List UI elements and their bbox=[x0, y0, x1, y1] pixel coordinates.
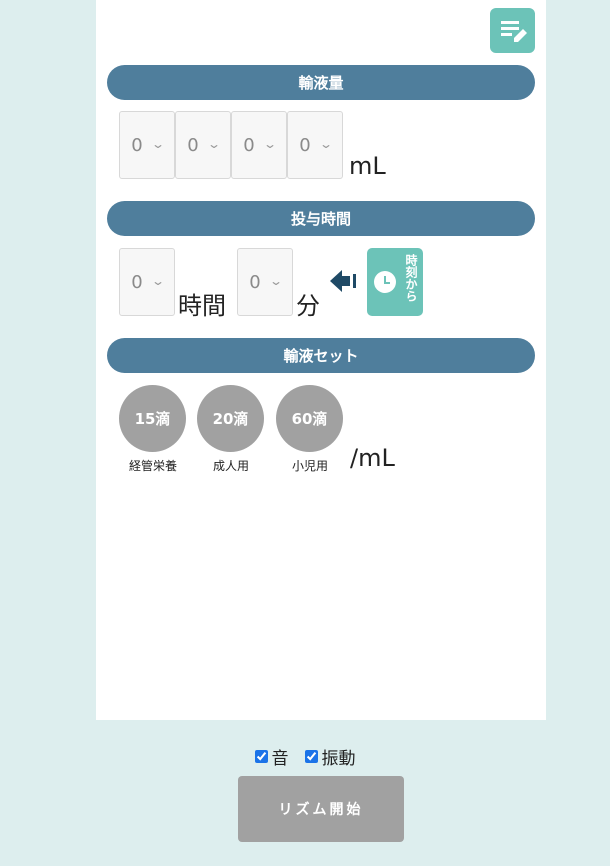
drop-rate-label: 小児用 bbox=[291, 459, 328, 473]
drop-rate-value: 60滴 bbox=[291, 410, 328, 428]
set-unit: /mL bbox=[350, 444, 395, 472]
drop-rate-15-button[interactable]: 15滴 bbox=[119, 385, 186, 452]
from-time-button[interactable]: 時刻から bbox=[367, 248, 423, 316]
volume-digit-select[interactable]: 0 ⌄ bbox=[175, 111, 231, 179]
start-rhythm-label: リズム開始 bbox=[278, 802, 364, 818]
vibration-checkbox[interactable] bbox=[304, 750, 318, 763]
drop-rate-label: 成人用 bbox=[212, 459, 249, 473]
drop-rate-value: 15滴 bbox=[134, 410, 171, 428]
hours-select[interactable]: 0 ⌄ bbox=[119, 248, 175, 316]
sound-checkbox[interactable] bbox=[254, 750, 268, 763]
chevron-down-icon: ⌄ bbox=[206, 137, 221, 151]
chevron-down-icon: ⌄ bbox=[262, 137, 277, 151]
select-value: 0 bbox=[299, 134, 311, 156]
minutes-unit: 分 bbox=[296, 292, 320, 320]
drop-rate-60-button[interactable]: 60滴 bbox=[276, 385, 343, 452]
select-value: 0 bbox=[249, 271, 261, 293]
minutes-select[interactable]: 0 ⌄ bbox=[237, 248, 293, 316]
vibration-label: 振動 bbox=[321, 749, 356, 769]
clock-icon bbox=[374, 271, 396, 293]
volume-digit-select[interactable]: 0 ⌄ bbox=[119, 111, 175, 179]
chevron-down-icon: ⌄ bbox=[318, 137, 333, 151]
arrow-left-icon bbox=[330, 270, 356, 292]
chevron-down-icon: ⌄ bbox=[150, 137, 165, 151]
volume-unit: mL bbox=[349, 152, 386, 180]
start-rhythm-button[interactable]: リズム開始 bbox=[238, 776, 404, 842]
select-value: 0 bbox=[131, 134, 143, 156]
section-volume-title: 輸液量 bbox=[298, 74, 344, 92]
select-value: 0 bbox=[243, 134, 255, 156]
section-set-header: 輸液セット bbox=[107, 338, 535, 373]
section-volume-header: 輸液量 bbox=[107, 65, 535, 100]
sound-label: 音 bbox=[271, 749, 289, 769]
drop-rate-label: 経管栄養 bbox=[128, 459, 177, 473]
select-value: 0 bbox=[187, 134, 199, 156]
select-value: 0 bbox=[131, 271, 143, 293]
from-time-label: 時刻から bbox=[404, 254, 418, 302]
feedback-options: 音 振動 bbox=[0, 744, 610, 769]
memo-button[interactable] bbox=[490, 8, 535, 53]
drop-rate-value: 20滴 bbox=[212, 410, 249, 428]
sound-option[interactable]: 音 bbox=[254, 744, 289, 769]
memo-edit-icon bbox=[500, 20, 527, 42]
volume-digit-select[interactable]: 0 ⌄ bbox=[287, 111, 343, 179]
chevron-down-icon: ⌄ bbox=[150, 274, 165, 288]
section-duration-title: 投与時間 bbox=[290, 210, 351, 228]
section-duration-header: 投与時間 bbox=[107, 201, 535, 236]
chevron-down-icon: ⌄ bbox=[268, 274, 283, 288]
volume-digit-select[interactable]: 0 ⌄ bbox=[231, 111, 287, 179]
vibration-option[interactable]: 振動 bbox=[304, 744, 356, 769]
drop-rate-20-button[interactable]: 20滴 bbox=[197, 385, 264, 452]
hours-unit: 時間 bbox=[178, 292, 226, 320]
main-card: 輸液量 0 ⌄ 0 ⌄ 0 ⌄ 0 ⌄ mL 投与時間 0 ⌄ 時間 0 ⌄ 分 bbox=[96, 0, 546, 720]
section-set-title: 輸液セット bbox=[283, 347, 359, 365]
